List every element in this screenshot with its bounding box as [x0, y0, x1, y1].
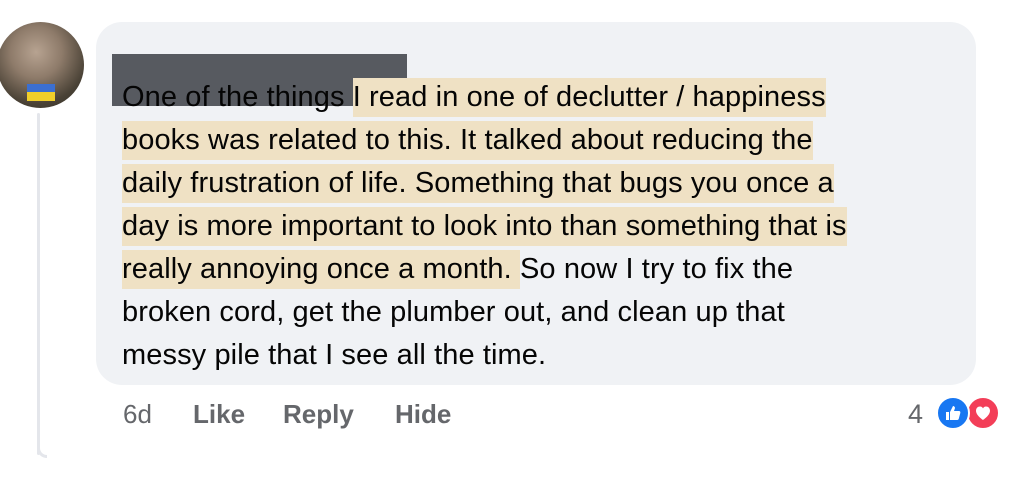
hide-button[interactable]: Hide: [395, 396, 451, 432]
like-button[interactable]: Like: [193, 396, 245, 432]
reply-button[interactable]: Reply: [283, 396, 354, 432]
flag-bottom-stripe: [27, 92, 55, 101]
comment-text-highlight: day is more important to look into than …: [122, 207, 847, 246]
comment-line: messy pile that I see all the time.: [122, 334, 972, 377]
timestamp-link[interactable]: 6d: [123, 396, 152, 432]
comment-line: really annoying once a month. So now I t…: [122, 248, 972, 291]
avatar[interactable]: [0, 22, 84, 108]
thread-line-curve: [37, 430, 47, 458]
comment-text-highlight: I read in one of declutter / happiness: [352, 78, 826, 117]
comment-text-highlight: daily frustration of life. Something tha…: [122, 164, 834, 203]
flag-top-stripe: [27, 84, 55, 92]
comment-text: One of the things I read in one of declu…: [122, 76, 972, 377]
thread-line: [37, 113, 40, 455]
comment-line: daily frustration of life. Something tha…: [122, 162, 972, 205]
comment-text-highlight: really annoying once a month.: [122, 250, 520, 289]
reaction-count: 4: [908, 399, 924, 429]
comment-text-plain: So now I try to fix the: [519, 253, 794, 285]
like-icon: [936, 396, 970, 430]
comment-text-plain: broken cord, get the plumber out, and cl…: [122, 296, 785, 328]
comment-text-plain: messy pile that I see all the time.: [122, 339, 547, 371]
comment-line: books was related to this. It talked abo…: [122, 119, 972, 162]
comment-line: One of the things I read in one of declu…: [122, 76, 972, 119]
comment-line: day is more important to look into than …: [122, 205, 972, 248]
comment-text-plain: One of the things: [122, 81, 353, 113]
comment-line: broken cord, get the plumber out, and cl…: [122, 291, 972, 334]
love-icon: [966, 396, 1000, 430]
comment-text-highlight: books was related to this. It talked abo…: [122, 121, 813, 160]
